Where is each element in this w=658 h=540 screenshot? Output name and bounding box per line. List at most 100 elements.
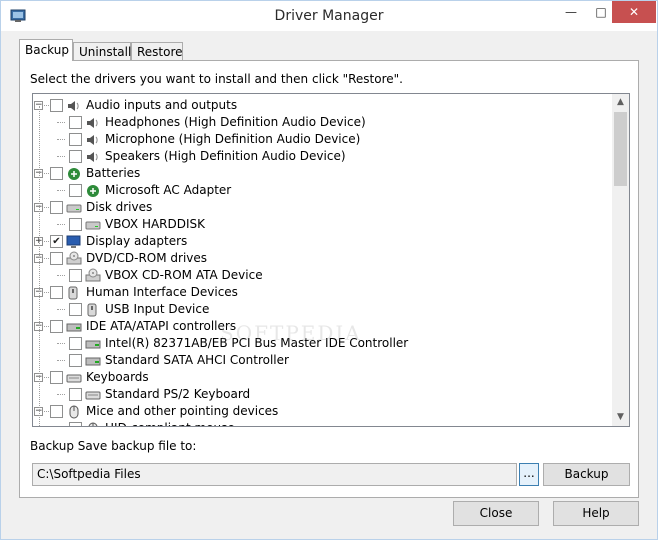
tree-item-label: VBOX HARDDISK	[105, 217, 206, 231]
close-button[interactable]: Close	[453, 501, 539, 526]
tree-item-label: IDE ATA/ATAPI controllers	[86, 319, 237, 333]
tree-item-label: Mice and other pointing devices	[86, 404, 279, 418]
disk-drive-icon	[85, 221, 101, 230]
ide-controller-icon	[66, 323, 82, 332]
device-checkbox[interactable]	[69, 337, 82, 350]
device-checkbox[interactable]	[69, 269, 82, 282]
device-checkbox[interactable]	[50, 99, 63, 112]
device-checkbox[interactable]: ✔	[50, 235, 63, 248]
tree-device-row[interactable]: Microphone (High Definition Audio Device…	[33, 131, 613, 148]
tree-device-row[interactable]: VBOX CD-ROM ATA Device	[33, 267, 613, 284]
driver-tree[interactable]: − Audio inputs and outputs Headphones (Hig…	[32, 93, 630, 427]
tree-device-row[interactable]: HID-compliant mouse	[33, 420, 613, 426]
device-checkbox[interactable]	[69, 133, 82, 146]
device-checkbox[interactable]	[69, 303, 82, 316]
tree-connector	[44, 326, 49, 327]
help-button[interactable]: Help	[553, 501, 639, 526]
device-checkbox[interactable]	[50, 405, 63, 418]
tree-item-label: Speakers (High Definition Audio Device)	[105, 149, 346, 163]
tree-category-row[interactable]: − Disk drives	[33, 199, 613, 216]
tree-connector	[57, 309, 65, 310]
tree-item-label: DVD/CD-ROM drives	[86, 251, 208, 265]
tree-connector	[44, 258, 49, 259]
tree-device-row[interactable]: VBOX HARDDISK	[33, 216, 613, 233]
tree-item-label: Batteries	[86, 166, 141, 180]
device-checkbox[interactable]	[69, 184, 82, 197]
tree-item-label: VBOX CD-ROM ATA Device	[105, 268, 263, 282]
tree-device-row[interactable]: USB Input Device	[33, 301, 613, 318]
tree-connector	[44, 105, 49, 106]
tree-connector	[44, 173, 49, 174]
device-checkbox[interactable]	[69, 388, 82, 401]
tree-connector	[44, 207, 49, 208]
device-checkbox[interactable]	[69, 422, 82, 426]
keyboard-icon	[66, 374, 82, 383]
device-checkbox[interactable]	[50, 201, 63, 214]
backup-panel: Select the drivers you want to install a…	[19, 60, 639, 498]
tree-category-row[interactable]: − Audio inputs and outputs	[33, 97, 613, 114]
tree-connector	[57, 190, 65, 191]
minimize-icon[interactable]: —	[554, 1, 588, 23]
tree-connector	[57, 139, 65, 140]
tree-device-row[interactable]: Headphones (High Definition Audio Device…	[33, 114, 613, 131]
device-checkbox[interactable]	[50, 252, 63, 265]
tree-connector	[57, 122, 65, 123]
device-checkbox[interactable]	[69, 116, 82, 129]
tree-item-label: Audio inputs and outputs	[86, 98, 238, 112]
tree-connector	[44, 241, 49, 242]
tree-category-row[interactable]: − Human Interface Devices	[33, 284, 613, 301]
device-checkbox[interactable]	[69, 218, 82, 231]
tree-item-label: Keyboards	[86, 370, 149, 384]
backup-path-field[interactable]: C:\Softpedia Files	[32, 463, 517, 486]
tree-device-row[interactable]: Speakers (High Definition Audio Device)	[33, 148, 613, 165]
tab-uninstall[interactable]: Uninstall	[73, 42, 131, 61]
tree-category-row[interactable]: − DVD/CD-ROM drives	[33, 250, 613, 267]
title-bar[interactable]: Driver Manager — □ ✕	[1, 1, 657, 31]
tree-scrollbar[interactable]: ▲ ▼	[612, 94, 629, 426]
tree-connector	[44, 411, 49, 412]
scroll-down-icon[interactable]: ▼	[612, 409, 629, 426]
close-icon[interactable]: ✕	[612, 1, 656, 23]
display-adapter-icon	[66, 235, 81, 248]
device-checkbox[interactable]	[69, 354, 82, 367]
tree-item-label: Display adapters	[86, 234, 188, 248]
tree-device-row[interactable]: Microsoft AC Adapter	[33, 182, 613, 199]
backup-button[interactable]: Backup	[543, 463, 630, 486]
device-checkbox[interactable]	[50, 371, 63, 384]
tree-connector	[44, 377, 49, 378]
tree-root-connector	[39, 106, 40, 426]
save-label: Backup Save backup file to:	[30, 439, 197, 453]
speaker-icon	[87, 118, 98, 128]
mouse-icon	[69, 405, 79, 419]
device-checkbox[interactable]	[50, 286, 63, 299]
tab-backup[interactable]: Backup	[19, 39, 73, 61]
tree-device-row[interactable]: Standard PS/2 Keyboard	[33, 386, 613, 403]
hid-icon	[87, 303, 97, 317]
instruction-text: Select the drivers you want to install a…	[30, 72, 403, 86]
battery-icon	[87, 185, 99, 197]
tree-category-row[interactable]: − Batteries	[33, 165, 613, 182]
tree-category-row[interactable]: + ✔ Display adapters	[33, 233, 613, 250]
device-checkbox[interactable]	[69, 150, 82, 163]
scroll-thumb[interactable]	[614, 112, 627, 186]
tree-connector	[57, 394, 65, 395]
driver-manager-window: Driver Manager — □ ✕ Backup Uninstall Re…	[0, 0, 658, 540]
browse-button[interactable]: ...	[519, 463, 539, 486]
tree-category-row[interactable]: − Mice and other pointing devices	[33, 403, 613, 420]
tree-connector	[57, 224, 65, 225]
device-checkbox[interactable]	[50, 167, 63, 180]
tree-connector	[57, 156, 65, 157]
battery-icon	[68, 168, 80, 180]
scroll-up-icon[interactable]: ▲	[612, 94, 629, 111]
speaker-icon	[68, 101, 79, 111]
tree-category-row[interactable]: − Keyboards	[33, 369, 613, 386]
cdrom-drive-icon	[85, 268, 101, 282]
tab-restore[interactable]: Restore	[131, 42, 183, 61]
speaker-icon	[87, 152, 98, 162]
ide-controller-icon	[85, 340, 101, 349]
tree-item-label: Human Interface Devices	[86, 285, 238, 299]
tree-device-row[interactable]: Standard SATA AHCI Controller	[33, 352, 613, 369]
device-checkbox[interactable]	[50, 320, 63, 333]
tree-item-label: USB Input Device	[105, 302, 210, 316]
tree-item-label: Standard PS/2 Keyboard	[105, 387, 251, 401]
